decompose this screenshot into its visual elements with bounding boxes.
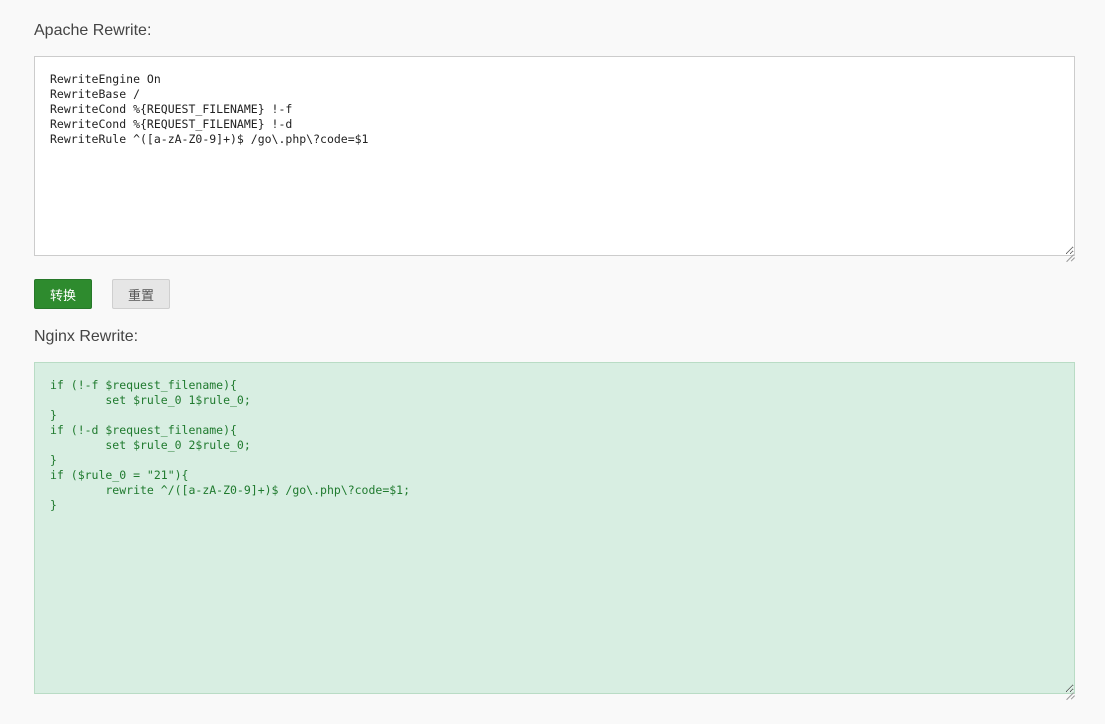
nginx-rewrite-output[interactable]: if (!-f $request_filename){ set $rule_0 … xyxy=(34,362,1075,694)
apache-rewrite-label: Apache Rewrite: xyxy=(34,22,152,39)
convert-button[interactable]: 转换 xyxy=(34,279,92,309)
reset-button[interactable]: 重置 xyxy=(112,279,170,309)
nginx-rewrite-label: Nginx Rewrite: xyxy=(34,328,139,345)
apache-rewrite-input[interactable]: RewriteEngine On RewriteBase / RewriteCo… xyxy=(34,56,1075,256)
rewrite-converter-page: Apache Rewrite: RewriteEngine On Rewrite… xyxy=(0,0,1105,724)
